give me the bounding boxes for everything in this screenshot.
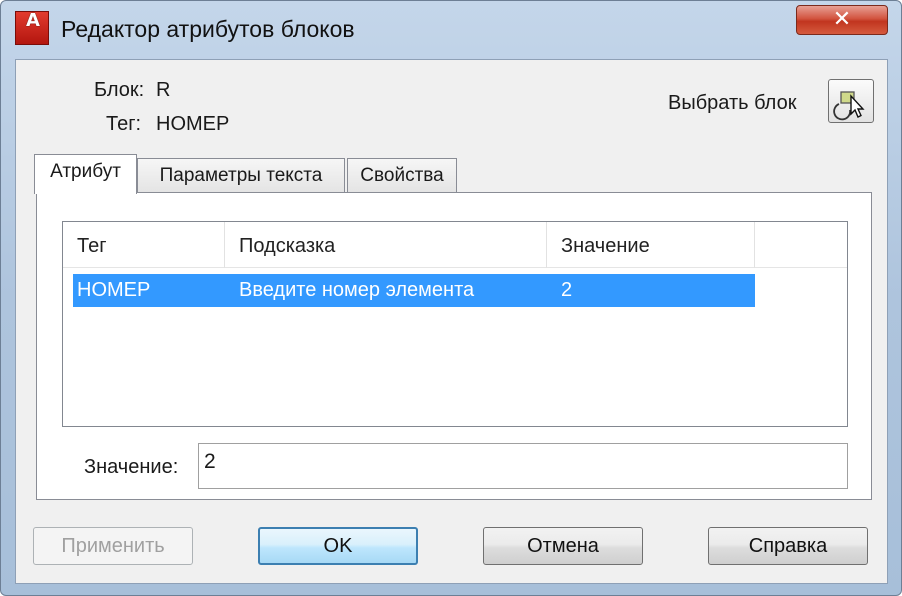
value-input[interactable]: 2 — [198, 443, 848, 489]
block-attribute-editor-window: A Редактор атрибутов блоков ✕ Блок: R Те… — [0, 0, 902, 596]
apply-button[interactable]: Применить — [33, 527, 193, 565]
row-tag-cell: НОМЕР — [77, 279, 151, 301]
cancel-button[interactable]: Отмена — [483, 527, 643, 565]
app-icon-letter: A — [26, 10, 40, 31]
list-header: Тег Подсказка Значение — [63, 222, 847, 268]
row-value-cell: 2 — [561, 279, 573, 301]
dialog-body: Блок: R Тег: НОМЕР Выбрать блок Атрибут … — [15, 59, 888, 584]
tab-properties[interactable]: Свойства — [347, 158, 457, 194]
column-header-value[interactable]: Значение — [547, 222, 755, 268]
close-button[interactable]: ✕ — [796, 5, 888, 35]
block-name-value: R — [156, 79, 171, 101]
close-icon: ✕ — [832, 7, 852, 32]
tab-text-options[interactable]: Параметры текста — [137, 158, 345, 194]
table-row[interactable]: НОМЕР Введите номер элемента 2 — [73, 274, 755, 307]
select-object-icon — [833, 91, 865, 121]
tab-attribute[interactable]: Атрибут — [34, 154, 137, 194]
title-bar[interactable]: A Редактор атрибутов блоков ✕ — [1, 1, 901, 59]
window-title: Редактор атрибутов блоков — [61, 16, 355, 42]
tag-value: НОМЕР — [156, 113, 230, 135]
column-header-tag[interactable]: Тег — [63, 222, 225, 268]
select-block-label: Выбрать блок — [668, 92, 797, 114]
attribute-list[interactable]: Тег Подсказка Значение НОМЕР Введите ном… — [62, 221, 848, 427]
column-header-prompt[interactable]: Подсказка — [225, 222, 547, 268]
select-block-button[interactable] — [828, 79, 874, 123]
help-button[interactable]: Справка — [708, 527, 868, 565]
value-input-text: 2 — [204, 450, 216, 473]
autocad-app-icon[interactable]: A — [15, 10, 49, 45]
row-prompt-cell: Введите номер элемента — [239, 279, 475, 301]
tag-label: Тег: — [106, 113, 142, 135]
value-label: Значение: — [84, 456, 179, 478]
ok-button[interactable]: OK — [258, 527, 418, 565]
block-label: Блок: — [94, 79, 145, 101]
